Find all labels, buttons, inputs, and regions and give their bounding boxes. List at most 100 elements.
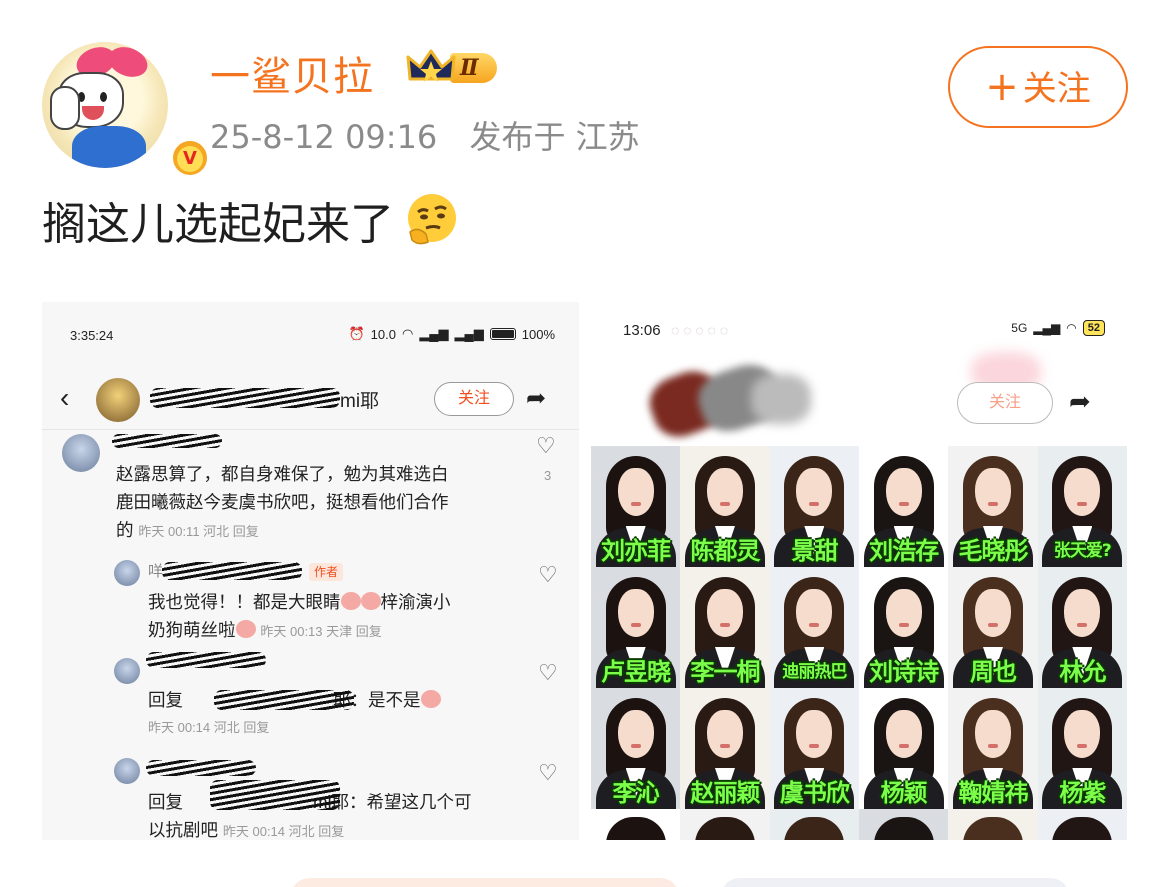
- signal-icon: ▂▄▆: [1033, 321, 1061, 335]
- comment-screenshot-left[interactable]: 3:35:24 ⏰ 10.0 ◠ ▂▄▆ ▂▄▆ 100% ‹ mi耶 关注 ➦…: [42, 302, 579, 840]
- portrait-cell: 卢昱晓: [591, 567, 681, 688]
- like-heart-icon[interactable]: ♡: [538, 760, 558, 786]
- comment-reply: 我也觉得！！都是大眼睛 梓渝演小 奶狗萌丝啦 昨天 00:13 天津 回复: [148, 592, 451, 640]
- portrait-cell: 周也: [948, 567, 1038, 688]
- thinking-face-emoji-icon: [404, 192, 460, 248]
- pig-emoji-icon: [235, 620, 256, 639]
- portrait-cell: 刘浩存: [859, 446, 949, 567]
- portrait-cell: 杨颖: [859, 688, 949, 809]
- portrait-cell: 赵丽颖: [680, 688, 770, 809]
- comment-meta: 昨天 00:13 天津 回复: [260, 624, 382, 639]
- portrait-cell-partial: [591, 809, 681, 840]
- portrait-cell: 虞书欣: [769, 688, 859, 809]
- status-time: 13:06: [623, 322, 661, 339]
- comment-meta: 昨天 00:14 河北 回复: [222, 824, 345, 839]
- status-bar: 3:35:24 ⏰ 10.0 ◠ ▂▄▆ ▂▄▆ 100%: [42, 302, 579, 366]
- post-time: 25-8-12 09:16: [210, 118, 438, 156]
- bottom-action-pill[interactable]: [290, 878, 680, 887]
- alarm-icon: ⏰: [348, 326, 365, 341]
- portrait-cell: 毛晓彤: [948, 446, 1038, 567]
- portrait-name-label: 刘诗诗: [869, 658, 939, 686]
- crown-icon: [406, 49, 456, 87]
- post-username[interactable]: 一鲨贝拉: [210, 44, 374, 102]
- signal-icon-2: ▂▄▆: [454, 326, 484, 341]
- level-tag: Ⅱ: [450, 53, 497, 83]
- post-text: 搁这儿选起妃来了: [42, 199, 394, 250]
- status-bar: 13:06 ◌ ◌ ◌ ◌ ◌ 5G ▂▄▆ ◠ 52: [591, 302, 1127, 362]
- pig-emoji-icon: [420, 690, 441, 709]
- portrait-grid: 刘亦菲 陈都灵 景甜 刘浩存 毛晓彤 张天爱? 卢昱晓 李一桐 迪丽热巴 刘诗诗 周也 林允李沁 赵丽颖…: [591, 446, 1127, 840]
- redaction-scribble: [146, 652, 266, 668]
- portrait-name-label: 毛晓彤: [958, 537, 1028, 565]
- commenter-avatar[interactable]: [62, 434, 100, 472]
- plus-icon: +: [985, 64, 1019, 110]
- avatar-body: [72, 126, 146, 168]
- like-heart-icon[interactable]: ♡: [536, 432, 556, 460]
- portrait-cell: 杨紫: [1037, 688, 1127, 809]
- portrait-cell-partial: [948, 809, 1038, 840]
- redaction-scribble: [210, 780, 340, 810]
- portrait-cell: 李一桐: [680, 567, 770, 688]
- battery-level: 100%: [521, 326, 555, 342]
- comment-item: 赵露思算了，都自身难保了，勉为其难选白 鹿田曦薇赵今麦虞书欣吧，挺想看他们合作 …: [116, 464, 449, 540]
- share-icon[interactable]: ➦: [1069, 386, 1091, 417]
- nav-bar: ‹ mi耶 关注 ➦: [42, 370, 579, 430]
- share-icon[interactable]: ➦: [526, 384, 546, 413]
- wifi-icon: ◠: [401, 326, 414, 341]
- portrait-cell: 李沁: [591, 688, 681, 809]
- portrait-cell: 林允: [1037, 567, 1127, 688]
- bottom-action-pill[interactable]: [720, 878, 1070, 887]
- commenter-avatar[interactable]: [114, 658, 140, 684]
- comment-meta: 昨天 00:11 河北 回复: [138, 524, 259, 539]
- follow-button-small[interactable]: 关注: [434, 382, 514, 416]
- portrait-name-label: 鞠婧祎: [958, 779, 1028, 807]
- grid-screenshot-right[interactable]: 13:06 ◌ ◌ ◌ ◌ ◌ 5G ▂▄▆ ◠ 52 关注 ➦ 刘亦菲 陈都灵 景…: [591, 302, 1127, 840]
- author-tag: 作者: [309, 563, 344, 581]
- like-heart-icon[interactable]: ♡: [538, 660, 558, 686]
- portrait-cell: 景甜: [769, 446, 859, 567]
- portrait-cell: 刘亦菲: [591, 446, 681, 567]
- redaction-scribble: [162, 562, 302, 580]
- portrait-cell-partial: [769, 809, 859, 840]
- pig-emoji-icon: [340, 592, 361, 611]
- portrait-name-label: 张天爱?: [1053, 541, 1112, 561]
- back-arrow-icon[interactable]: ‹: [60, 382, 69, 414]
- network-speed: 10.0: [370, 326, 396, 342]
- author-avatar[interactable]: [114, 560, 140, 586]
- portrait-cell: 迪丽热巴: [769, 567, 859, 688]
- portrait-name-label: 卢昱晓: [601, 658, 671, 686]
- like-count: 3: [544, 468, 552, 483]
- portrait-name-label: 陈都灵: [690, 537, 760, 565]
- portrait-name-label: 景甜: [791, 537, 838, 565]
- notification-icons: ◌ ◌ ◌ ◌ ◌: [671, 322, 729, 338]
- redaction-scribble: [150, 388, 340, 408]
- redaction-smear: [751, 374, 811, 424]
- like-heart-icon[interactable]: ♡: [538, 562, 558, 588]
- user-avatar[interactable]: [42, 42, 168, 168]
- battery-icon: [489, 328, 516, 340]
- post-meta: 25-8-12 09:16 发布于 江苏: [210, 112, 640, 158]
- pig-emoji-icon: [360, 592, 381, 611]
- portrait-cell: 张天爱?: [1037, 446, 1127, 567]
- post-location: 发布于 江苏: [469, 118, 640, 156]
- portrait-name-label: 杨颖: [880, 779, 928, 807]
- user-avatar-wrap[interactable]: V: [42, 14, 210, 178]
- portrait-cell-partial: [1037, 809, 1127, 840]
- portrait-cell-partial: [680, 809, 770, 840]
- commenter-avatar[interactable]: [114, 758, 140, 784]
- signal-icon: ▂▄▆: [419, 326, 449, 341]
- wifi-icon: ◠: [1066, 321, 1077, 335]
- follow-button-small[interactable]: 关注: [957, 382, 1053, 424]
- network-5g: 5G: [1011, 321, 1028, 335]
- redaction-scribble: [112, 434, 222, 448]
- follow-button[interactable]: + 关注: [948, 46, 1128, 128]
- portrait-cell-partial: [859, 809, 949, 840]
- battery-icon: 52: [1082, 320, 1105, 336]
- status-time: 3:35:24: [70, 328, 114, 343]
- comment-meta: 昨天 00:14 河北 回复: [148, 720, 270, 735]
- poster-avatar[interactable]: [96, 378, 140, 422]
- user-level-badge[interactable]: Ⅱ: [406, 48, 497, 88]
- portrait-name-label: 刘亦菲: [601, 537, 671, 565]
- redaction-scribble: [214, 690, 354, 710]
- thumbs-up-icon: [50, 86, 80, 130]
